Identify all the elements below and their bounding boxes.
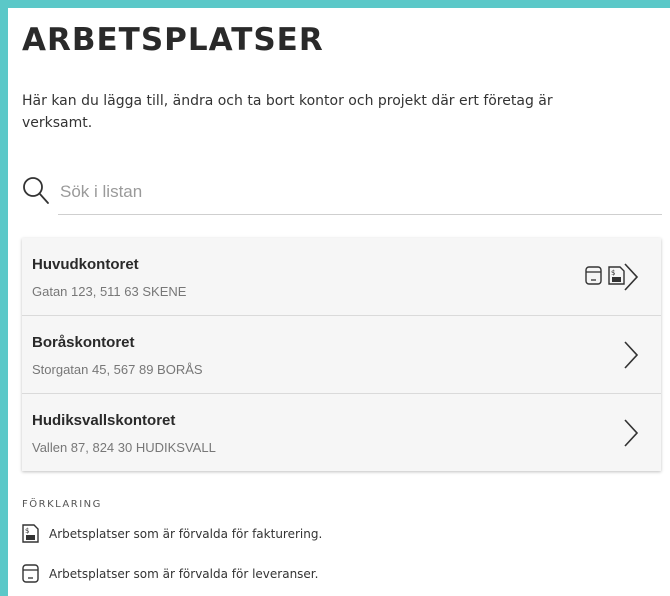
search-input[interactable]: [58, 170, 662, 215]
page-intro: Här kan du lägga till, ändra och ta bort…: [22, 93, 553, 131]
page-title: ARBETSPLATSER: [22, 22, 324, 58]
chevron-right-icon[interactable]: [623, 340, 639, 370]
chevron-right-icon[interactable]: [623, 418, 639, 448]
workplace-address: Gatan 123, 511 63 SKENE: [32, 284, 187, 299]
legend-heading: FÖRKLARING: [22, 499, 102, 510]
workplace-address: Vallen 87, 824 30 HUDIKSVALL: [32, 440, 216, 455]
workplace-name: Boråskontoret: [32, 334, 135, 351]
workplace-name: Hudiksvallskontoret: [32, 412, 176, 429]
delivery-default-icon: [22, 564, 39, 583]
legend-invoice-text: Arbetsplatser som är förvalda för faktur…: [49, 526, 323, 541]
workplace-address: Storgatan 45, 567 89 BORÅS: [32, 362, 203, 377]
workplace-badges: $: [585, 266, 625, 285]
workplace-list: Huvudkontoret Gatan 123, 511 63 SKENE $ …: [22, 238, 661, 471]
legend-delivery-text: Arbetsplatser som är förvalda för levera…: [49, 566, 319, 581]
legend-delivery: Arbetsplatser som är förvalda för levera…: [22, 564, 318, 583]
invoice-default-icon: $: [22, 524, 39, 543]
workplace-row-boraskontoret[interactable]: Boråskontoret Storgatan 45, 567 89 BORÅS: [22, 316, 661, 394]
workplace-row-huvudkontoret[interactable]: Huvudkontoret Gatan 123, 511 63 SKENE $: [22, 238, 661, 316]
chevron-right-icon[interactable]: [623, 262, 639, 292]
svg-text:$: $: [611, 269, 615, 277]
workplace-row-hudiksvallskontoret[interactable]: Hudiksvallskontoret Vallen 87, 824 30 HU…: [22, 394, 661, 471]
workplace-name: Huvudkontoret: [32, 256, 139, 273]
svg-text:$: $: [25, 527, 29, 535]
accent-frame-top: [0, 0, 670, 8]
search-icon: [23, 177, 49, 204]
accent-frame-left: [0, 0, 8, 596]
legend-invoice: $ Arbetsplatser som är förvalda för fakt…: [22, 524, 322, 543]
delivery-default-icon: [585, 266, 602, 285]
